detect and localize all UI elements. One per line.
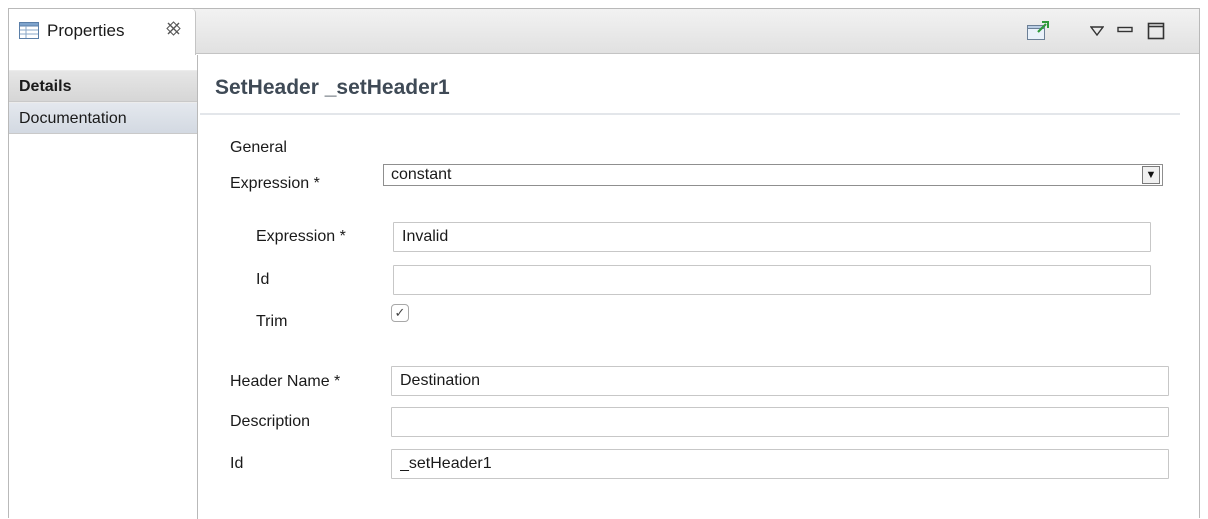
- sub-id-input[interactable]: [393, 265, 1151, 295]
- category-list: Details Documentation: [9, 70, 198, 519]
- category-divider: [197, 55, 198, 70]
- title-separator: [200, 113, 1180, 115]
- close-x-icon[interactable]: [166, 21, 181, 41]
- view-menu-icon[interactable]: [1087, 19, 1107, 43]
- pin-to-view-icon[interactable]: [1025, 19, 1051, 43]
- expression-language-value: constant: [391, 166, 452, 183]
- properties-view: Properties Details Documentation: [8, 8, 1200, 519]
- minimize-icon[interactable]: [1115, 19, 1135, 43]
- id-input[interactable]: [391, 449, 1169, 479]
- properties-table-icon: [19, 22, 39, 39]
- properties-tab[interactable]: Properties: [9, 9, 196, 55]
- trim-checkbox[interactable]: ✓: [391, 304, 409, 322]
- sub-expression-input[interactable]: [393, 222, 1151, 252]
- header-name-input[interactable]: [391, 366, 1169, 396]
- view-tab-bar: Properties: [9, 9, 1199, 55]
- sub-id-label: Id: [256, 271, 270, 288]
- description-input[interactable]: [391, 407, 1169, 437]
- expression-language-select[interactable]: constant ▼: [383, 164, 1163, 186]
- section-general-label: General: [230, 139, 287, 156]
- expression-label: Expression *: [230, 175, 320, 192]
- maximize-icon[interactable]: [1144, 19, 1168, 43]
- id-label: Id: [230, 455, 244, 472]
- sub-expression-label: Expression *: [256, 228, 346, 245]
- trim-label: Trim: [256, 313, 288, 330]
- description-label: Description: [230, 413, 311, 430]
- dropdown-arrow-icon[interactable]: ▼: [1142, 166, 1160, 184]
- category-documentation[interactable]: Documentation: [9, 102, 197, 134]
- checkmark-icon: ✓: [394, 305, 406, 320]
- category-details[interactable]: Details: [9, 70, 197, 102]
- page-title: SetHeader _setHeader1: [215, 76, 450, 99]
- properties-tab-label: Properties: [47, 21, 125, 40]
- header-name-label: Header Name *: [230, 373, 341, 390]
